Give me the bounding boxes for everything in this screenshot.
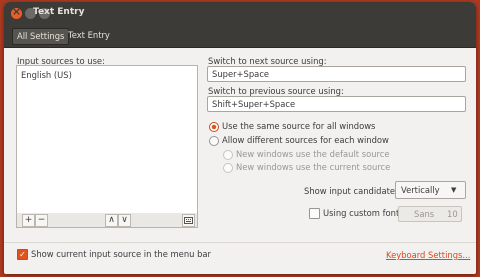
all-settings-button[interactable]: All Settings [12, 28, 70, 45]
previous-source-shortcut-field[interactable]: Shift+Super+Space [207, 96, 466, 112]
move-down-button[interactable]: ∨ [118, 214, 131, 227]
settings-window: Text Entry All Settings Text Entry Input… [4, 2, 476, 274]
keyboard-settings-link[interactable]: Keyboard Settings... [386, 250, 470, 260]
breadcrumb: All Settings Text Entry [4, 25, 476, 48]
add-source-button[interactable]: + [22, 214, 35, 227]
list-toolbar: + − ∧ ∨ [16, 213, 198, 228]
previous-source-label: Switch to previous source using: [208, 86, 344, 96]
new-default-radio[interactable] [223, 150, 233, 160]
input-sources-list[interactable]: English (US) [16, 65, 198, 215]
menu-bar-checkbox[interactable]: ✓ [17, 249, 28, 260]
window-title: Text Entry [33, 7, 85, 17]
font-name: Sans [414, 209, 435, 219]
custom-font-checkbox[interactable] [309, 208, 320, 219]
list-item[interactable]: English (US) [21, 70, 72, 80]
chevron-down-icon: ▼ [451, 186, 457, 194]
new-current-radio[interactable] [223, 163, 233, 173]
different-sources-radio[interactable] [209, 136, 219, 146]
remove-source-button[interactable]: − [35, 214, 48, 227]
close-button[interactable] [11, 5, 22, 19]
move-up-button[interactable]: ∧ [105, 214, 118, 227]
font-size: 10 [447, 209, 458, 219]
new-current-label: New windows use the current source [236, 162, 391, 172]
different-sources-label: Allow different sources for each window [222, 135, 389, 145]
input-candidates-dropdown[interactable]: Vertically ▼ [395, 181, 466, 199]
same-source-radio[interactable] [209, 122, 219, 132]
menu-bar-label: Show current input source in the menu ba… [31, 249, 211, 259]
input-candidates-label: Show input candidates: [304, 186, 403, 196]
same-source-label: Use the same source for all windows [222, 121, 376, 131]
keyboard-icon [184, 217, 193, 224]
custom-font-label: Using custom font: [323, 208, 403, 218]
next-source-label: Switch to next source using: [208, 56, 327, 66]
new-default-label: New windows use the default source [236, 149, 390, 159]
divider [4, 242, 476, 243]
font-chooser-button[interactable]: Sans 10 [398, 206, 462, 222]
input-candidates-value: Vertically [401, 185, 440, 195]
keyboard-layout-button[interactable] [182, 214, 195, 227]
next-source-shortcut-field[interactable]: Super+Space [207, 66, 466, 82]
text-entry-crumb[interactable]: Text Entry [64, 28, 114, 43]
title-bar: Text Entry [4, 2, 476, 25]
